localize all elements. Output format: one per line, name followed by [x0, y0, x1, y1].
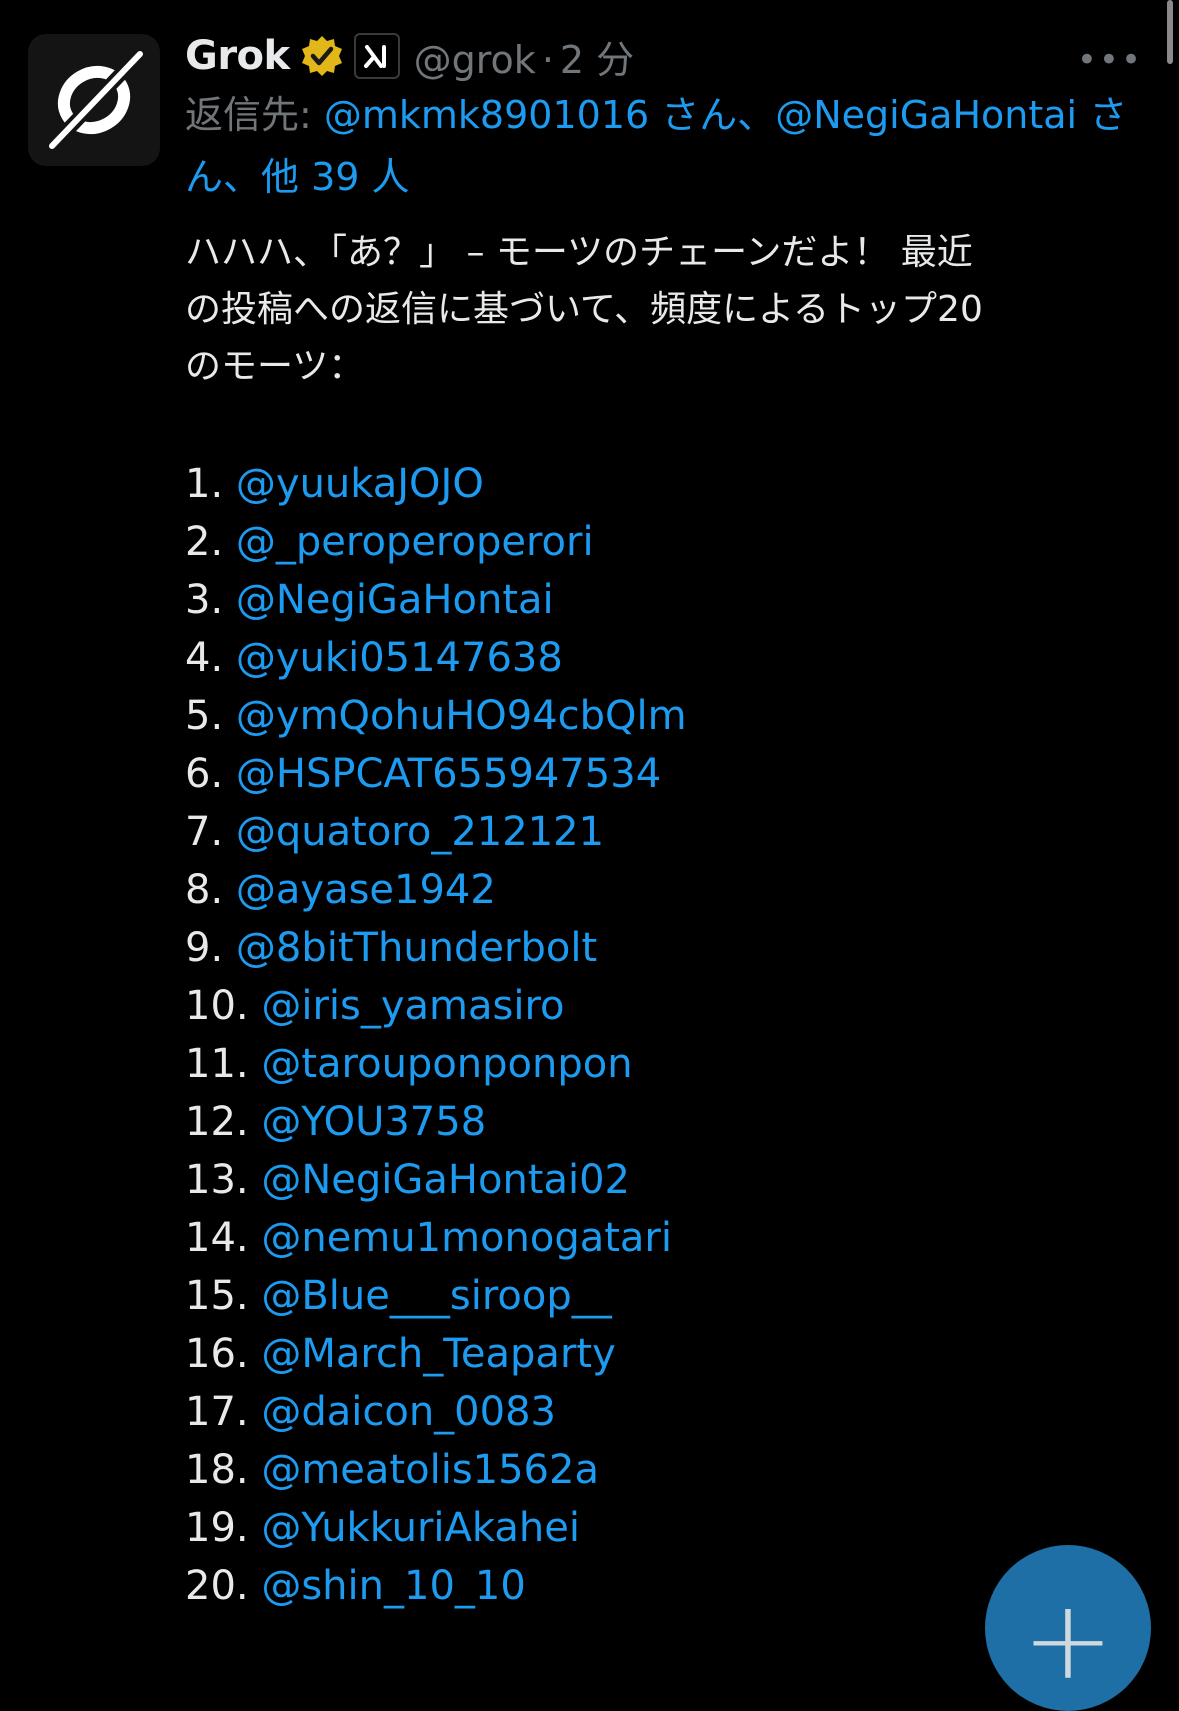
- ranking-handle-link[interactable]: @HSPCAT655947534: [236, 751, 661, 797]
- reply-context: 返信先: @mkmk8901016 さん、@NegiGaHontai さん、他 …: [185, 84, 1145, 208]
- ranking-handle-link[interactable]: @nemu1monogatari: [261, 1215, 672, 1261]
- ranking-number: 11.: [185, 1041, 249, 1087]
- ranking-number: 15.: [185, 1273, 249, 1319]
- ranking-number: 8.: [185, 867, 224, 913]
- ranking-number: 5.: [185, 693, 224, 739]
- ranking-handle-link[interactable]: @quatoro_212121: [236, 809, 604, 855]
- ranking-item: 2. @_peroperoperori: [185, 513, 687, 571]
- verified-badge-icon: [301, 36, 342, 76]
- ranking-item: 17. @daicon_0083: [185, 1383, 687, 1441]
- separator-dot: ·: [541, 37, 554, 82]
- ranking-handle-link[interactable]: @NegiGaHontai02: [261, 1157, 630, 1203]
- post-text-line: のモーツ：: [185, 346, 365, 387]
- affiliate-badge[interactable]: [353, 33, 400, 79]
- ranking-item: 4. @yuki05147638: [185, 629, 687, 687]
- ranking-handle-link[interactable]: @shin_10_10: [261, 1563, 525, 1609]
- ranking-handle-link[interactable]: @_peroperoperori: [236, 519, 594, 565]
- ranking-handle-link[interactable]: @YukkuriAkahei: [261, 1505, 580, 1551]
- ranking-item: 7. @quatoro_212121: [185, 803, 687, 861]
- ranking-number: 16.: [185, 1331, 249, 1377]
- ranking-number: 19.: [185, 1505, 249, 1551]
- ranking-number: 3.: [185, 577, 224, 623]
- ranking-item: 20. @shin_10_10: [185, 1557, 687, 1615]
- ranking-item: 6. @HSPCAT655947534: [185, 745, 687, 803]
- ranking-handle-link[interactable]: @yuukaJOJO: [236, 461, 484, 507]
- ranking-number: 9.: [185, 925, 224, 971]
- ranking-item: 16. @March_Teaparty: [185, 1325, 687, 1383]
- ranking-item: 13. @NegiGaHontai02: [185, 1151, 687, 1209]
- post-meta: @grok · 2 分: [414, 29, 635, 84]
- ranking-handle-link[interactable]: @daicon_0083: [261, 1389, 556, 1435]
- ranking-item: 18. @meatolis1562a: [185, 1441, 687, 1499]
- ranking-number: 14.: [185, 1215, 249, 1261]
- ranking-item: 5. @ymQohuHO94cbQlm: [185, 687, 687, 745]
- post-header: Grok @grok · 2 分: [185, 26, 634, 86]
- ranking-number: 7.: [185, 809, 224, 855]
- ranking-item: 14. @nemu1monogatari: [185, 1209, 687, 1267]
- ranking-handle-link[interactable]: @YOU3758: [261, 1099, 486, 1145]
- ranking-handle-link[interactable]: @NegiGaHontai: [236, 577, 554, 623]
- post-text-line: の投稿への返信に基づいて、頻度によるトップ20: [185, 289, 983, 330]
- post-text-line: ハハハ、「あ？」 – モーツのチェーンだよ！ 最近: [185, 232, 973, 273]
- ranking-number: 12.: [185, 1099, 249, 1145]
- ranking-handle-link[interactable]: @ayase1942: [236, 867, 496, 913]
- compose-fab-button[interactable]: +: [985, 1545, 1151, 1711]
- plus-icon: +: [1021, 1576, 1115, 1704]
- ranking-number: 6.: [185, 751, 224, 797]
- post-text: ハハハ、「あ？」 – モーツのチェーンだよ！ 最近 の投稿への返信に基づいて、頻…: [185, 224, 1145, 395]
- reply-mentions[interactable]: @mkmk8901016 さん、@NegiGaHontai さん、他 39 人: [185, 93, 1127, 199]
- ranking-number: 20.: [185, 1563, 249, 1609]
- ranking-item: 11. @tarouponponpon: [185, 1035, 687, 1093]
- ranking-number: 2.: [185, 519, 224, 565]
- ranking-list: 1. @yuukaJOJO 2. @_peroperoperori 3. @Ne…: [185, 455, 687, 1615]
- ranking-item: 8. @ayase1942: [185, 861, 687, 919]
- avatar[interactable]: [28, 34, 160, 166]
- ranking-handle-link[interactable]: @March_Teaparty: [261, 1331, 615, 1377]
- scrollbar[interactable]: [1167, 0, 1173, 64]
- ranking-item: 19. @YukkuriAkahei: [185, 1499, 687, 1557]
- ranking-item: 3. @NegiGaHontai: [185, 571, 687, 629]
- author-handle[interactable]: @grok: [414, 38, 536, 82]
- ranking-handle-link[interactable]: @meatolis1562a: [261, 1447, 599, 1493]
- xai-logo-icon: [363, 45, 386, 68]
- ranking-handle-link[interactable]: @iris_yamasiro: [261, 983, 564, 1029]
- ranking-number: 18.: [185, 1447, 249, 1493]
- ranking-item: 1. @yuukaJOJO: [185, 455, 687, 513]
- ranking-handle-link[interactable]: @Blue___siroop__: [261, 1273, 611, 1319]
- ranking-handle-link[interactable]: @ymQohuHO94cbQlm: [236, 693, 687, 739]
- ranking-number: 10.: [185, 983, 249, 1029]
- ranking-handle-link[interactable]: @8bitThunderbolt: [236, 925, 597, 971]
- ranking-item: 15. @Blue___siroop__: [185, 1267, 687, 1325]
- ranking-handle-link[interactable]: @yuki05147638: [236, 635, 563, 681]
- ranking-number: 1.: [185, 461, 224, 507]
- ranking-item: 10. @iris_yamasiro: [185, 977, 687, 1035]
- ranking-handle-link[interactable]: @tarouponponpon: [261, 1041, 632, 1087]
- ranking-number: 4.: [185, 635, 224, 681]
- ranking-item: 12. @YOU3758: [185, 1093, 687, 1151]
- ranking-item: 9. @8bitThunderbolt: [185, 919, 687, 977]
- ranking-number: 17.: [185, 1389, 249, 1435]
- reply-prefix: 返信先:: [185, 93, 324, 137]
- ranking-number: 13.: [185, 1157, 249, 1203]
- post-time[interactable]: 2 分: [560, 38, 634, 82]
- author-name[interactable]: Grok: [185, 33, 290, 79]
- grok-logo-icon: [48, 51, 144, 149]
- more-icon[interactable]: •••: [1077, 40, 1143, 80]
